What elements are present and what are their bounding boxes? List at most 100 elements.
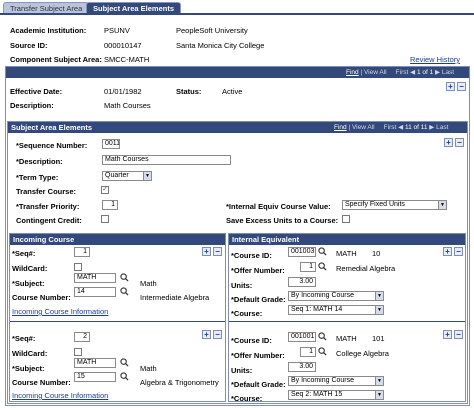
incoming-1-course-number-input[interactable]: 14 xyxy=(74,287,116,297)
sae-description-input[interactable]: Math Courses xyxy=(102,155,231,165)
internal-equivalent-title: Internal Equivalent xyxy=(232,235,300,244)
chevron-down-icon: ▼ xyxy=(375,377,383,385)
sae-remove-icon[interactable]: − xyxy=(455,138,464,147)
contingent-credit-label: Contingent Credit: xyxy=(16,216,82,225)
main-add-icon[interactable]: + xyxy=(446,82,455,91)
internal-2-offer-input[interactable]: 1 xyxy=(300,347,316,357)
internal-2-course-id-input[interactable]: 001001 xyxy=(288,332,316,342)
sae-last-link[interactable]: Last xyxy=(436,124,448,131)
internal-equiv-value: Specify Fixed Units xyxy=(345,201,405,208)
internal-2-course-label: *Course: xyxy=(231,394,263,403)
transfer-course-label: Transfer Course: xyxy=(16,187,77,196)
main-remove-icon[interactable]: − xyxy=(457,82,466,91)
source-id-code: 000010147 xyxy=(104,41,142,50)
internal-1-catalog: 10 xyxy=(372,249,381,258)
component-subject-area-value: SMCC-MATH xyxy=(104,55,150,64)
sae-view-all-link[interactable]: View All xyxy=(352,124,375,131)
internal-1-add-icon[interactable]: + xyxy=(443,247,452,256)
incoming-course-header: Incoming Course xyxy=(10,234,225,245)
internal-2-catalog: 101 xyxy=(372,334,385,343)
internal-2-offer-label: *Offer Number: xyxy=(231,351,285,360)
incoming-2-wildcard-label: WildCard: xyxy=(12,349,48,358)
incoming-1-subject-label: *Subject: xyxy=(12,279,45,288)
sae-range: 11 of 11 xyxy=(404,124,428,131)
review-history-link[interactable]: Review History xyxy=(410,55,460,64)
incoming-2-add-icon[interactable]: + xyxy=(202,330,211,339)
term-type-value: Quarter xyxy=(105,172,129,179)
sequence-number-label: *Sequence Number: xyxy=(16,141,88,150)
incoming-1-wildcard-checkbox[interactable] xyxy=(74,263,82,271)
magnifier-icon[interactable] xyxy=(120,287,129,296)
description-label: Description: xyxy=(10,101,54,110)
internal-1-units-label: Units: xyxy=(231,281,253,290)
sae-next-icon[interactable]: ▶ xyxy=(429,124,434,131)
magnifier-icon[interactable] xyxy=(318,262,327,271)
internal-1-grade-label: *Default Grade: xyxy=(231,295,286,304)
incoming-1-subject-input[interactable]: MATH xyxy=(74,273,116,283)
incoming-1-seq-input[interactable]: 1 xyxy=(74,247,90,257)
incoming-1-remove-icon[interactable]: − xyxy=(213,247,222,256)
sae-first-link[interactable]: First xyxy=(384,124,397,131)
magnifier-icon[interactable] xyxy=(120,372,129,381)
chevron-down-icon: ▼ xyxy=(375,306,383,314)
internal-1-units-input[interactable]: 3.00 xyxy=(288,277,316,287)
save-excess-checkbox[interactable] xyxy=(342,215,350,223)
incoming-2-subject-input[interactable]: MATH xyxy=(74,358,116,368)
magnifier-icon[interactable] xyxy=(120,358,129,367)
internal-1-remove-icon[interactable]: − xyxy=(454,247,463,256)
main-prev-icon[interactable]: ◀ xyxy=(410,69,415,76)
internal-1-course-id-label: *Course ID: xyxy=(231,251,272,260)
magnifier-icon[interactable] xyxy=(318,332,327,341)
internal-2-add-icon[interactable]: + xyxy=(443,330,452,339)
internal-1-grade-value: By Incoming Course xyxy=(291,292,355,299)
incoming-2-seq-input[interactable]: 2 xyxy=(74,332,90,342)
subject-area-elements-title: Subject Area Elements xyxy=(11,123,93,132)
incoming-2-wildcard-checkbox[interactable] xyxy=(74,348,82,356)
sae-prev-icon[interactable]: ◀ xyxy=(398,124,403,131)
magnifier-icon[interactable] xyxy=(120,273,129,282)
internal-1-grade-select[interactable]: By Incoming Course ▼ xyxy=(288,291,384,301)
internal-2-grade-select[interactable]: By Incoming Course ▼ xyxy=(288,376,384,386)
internal-1-subject: MATH xyxy=(336,249,357,258)
transfer-course-checkbox[interactable]: ✓ xyxy=(101,186,109,194)
term-type-select[interactable]: Quarter ▼ xyxy=(102,171,152,181)
internal-2-course-select[interactable]: Seq 2: MATH 15 ▼ xyxy=(288,390,384,400)
incoming-2-course-number-input[interactable]: 15 xyxy=(74,372,116,382)
source-id-label: Source ID: xyxy=(10,41,48,50)
status-value: Active xyxy=(222,87,243,96)
main-view-all-link[interactable]: View All xyxy=(364,69,387,76)
incoming-row-divider xyxy=(10,321,225,322)
incoming-2-info-link[interactable]: Incoming Course Information xyxy=(12,391,108,400)
main-first-link[interactable]: First xyxy=(396,69,409,76)
chevron-down-icon: ▼ xyxy=(438,201,446,209)
incoming-1-course-number-label: Course Number: xyxy=(12,293,71,302)
internal-1-offer-input[interactable]: 1 xyxy=(300,262,316,272)
magnifier-icon[interactable] xyxy=(318,247,327,256)
term-type-label: *Term Type: xyxy=(16,173,59,182)
sae-navigation: Find | View All First ◀ 11 of 11 ▶ Last xyxy=(334,124,449,131)
magnifier-icon[interactable] xyxy=(318,347,327,356)
sequence-number-input[interactable]: 0011 xyxy=(102,139,120,149)
internal-1-course-select[interactable]: Seq 1: MATH 14 ▼ xyxy=(288,305,384,315)
incoming-1-info-link[interactable]: Incoming Course Information xyxy=(12,307,108,316)
main-next-icon[interactable]: ▶ xyxy=(435,69,440,76)
incoming-course-title: Incoming Course xyxy=(13,235,75,244)
main-find-link[interactable]: Find xyxy=(346,69,359,76)
sae-add-icon[interactable]: + xyxy=(444,138,453,147)
contingent-credit-checkbox[interactable] xyxy=(101,215,109,223)
incoming-1-course-desc: Intermediate Algebra xyxy=(140,293,210,302)
incoming-2-remove-icon[interactable]: − xyxy=(213,330,222,339)
internal-1-course-id-input[interactable]: 001003 xyxy=(288,247,316,257)
internal-2-remove-icon[interactable]: − xyxy=(454,330,463,339)
main-last-link[interactable]: Last xyxy=(442,69,454,76)
sae-find-link[interactable]: Find xyxy=(334,124,347,131)
internal-equiv-select[interactable]: Specify Fixed Units ▼ xyxy=(342,200,447,210)
incoming-1-add-icon[interactable]: + xyxy=(202,247,211,256)
internal-2-units-label: Units: xyxy=(231,366,253,375)
incoming-1-seq-label: *Seq#: xyxy=(12,249,36,258)
transfer-priority-input[interactable]: 1 xyxy=(102,200,118,210)
internal-2-units-input[interactable]: 3.00 xyxy=(288,362,316,372)
sae-description-label: *Description: xyxy=(16,157,63,166)
incoming-2-subject-label: *Subject: xyxy=(12,364,45,373)
academic-institution-label: Academic Institution: xyxy=(10,26,87,35)
